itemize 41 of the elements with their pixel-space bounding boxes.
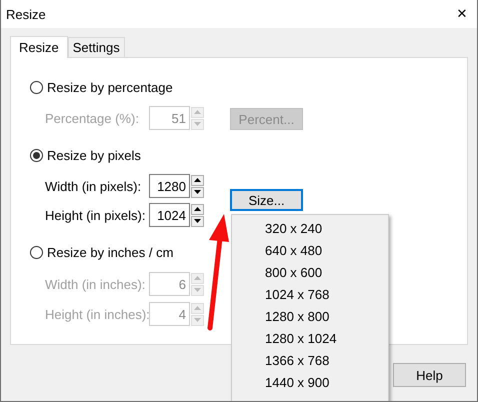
radio-button[interactable]	[30, 246, 43, 258]
tab[interactable]: Settings	[68, 37, 125, 57]
caret-up-icon	[194, 276, 201, 280]
caret-down-icon	[194, 318, 201, 322]
size-button[interactable]: Size...	[230, 189, 303, 211]
spin-up-button[interactable]	[191, 174, 204, 186]
field-label: Width (in inches):	[45, 276, 146, 292]
help-button[interactable]: Help	[393, 363, 466, 387]
radio-label[interactable]: Resize by percentage	[47, 80, 173, 94]
number-field[interactable]: 1024	[149, 203, 190, 227]
radio-button[interactable]	[30, 80, 43, 94]
caret-down-icon	[194, 122, 201, 126]
field-label: Width (in pixels):	[45, 178, 142, 194]
caret-down-icon	[194, 219, 201, 223]
spin-up-button[interactable]	[191, 204, 204, 214]
caret-up-icon	[194, 178, 201, 182]
caret-up-icon	[194, 207, 201, 211]
menu-item[interactable]: 640 x 480	[232, 240, 388, 262]
menu-item[interactable]: 800 x 600	[232, 262, 388, 284]
menu-item[interactable]: 1024 x 768	[232, 284, 388, 306]
caret-down-icon	[194, 190, 201, 194]
menu-item[interactable]: 1440 x 900	[232, 372, 388, 394]
close-button[interactable]: ✕	[447, 0, 477, 28]
window-title: Resize	[6, 6, 46, 22]
field-label: Height (in inches):	[45, 306, 149, 322]
spin-down-button[interactable]	[191, 216, 204, 226]
caret-up-icon	[194, 306, 201, 310]
radio-button[interactable]	[30, 148, 43, 162]
menu-item[interactable]: 1366 x 768	[232, 350, 388, 372]
menu-item[interactable]: 320 x 240	[232, 218, 388, 240]
radio-label[interactable]: Resize by pixels	[47, 148, 141, 162]
number-field[interactable]: 1280	[149, 174, 190, 198]
menu-item[interactable]: 1280 x 800	[232, 306, 388, 328]
spin-down-button[interactable]	[191, 186, 204, 198]
caret-up-icon	[194, 110, 201, 114]
radio-label[interactable]: Resize by inches / cm	[47, 244, 174, 260]
caret-down-icon	[194, 288, 201, 292]
field-label: Percentage (%):	[45, 110, 140, 126]
field-label: Height (in pixels):	[45, 208, 146, 222]
tab[interactable]: Resize	[10, 36, 68, 58]
menu-item[interactable]: 1280 x 1024	[232, 328, 388, 350]
